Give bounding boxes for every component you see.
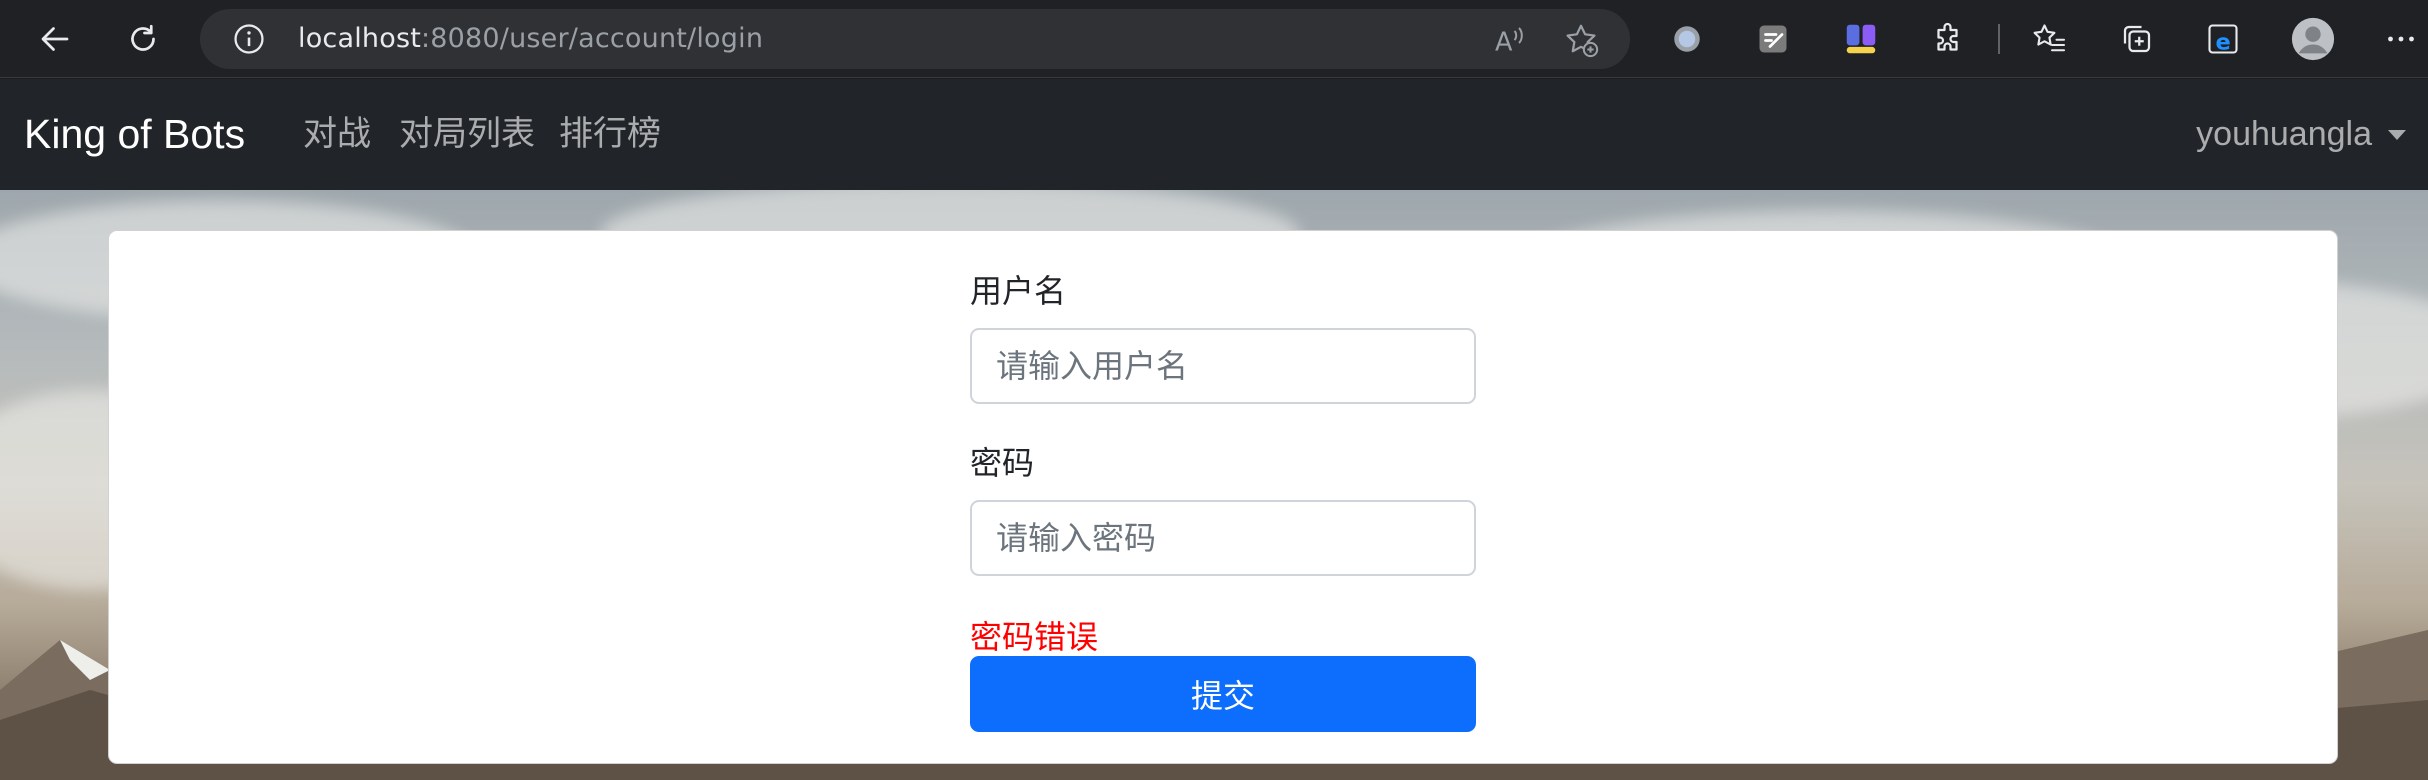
read-aloud-icon[interactable]: A [1492, 22, 1528, 62]
svg-text:e: e [2216, 30, 2231, 56]
username-label: 用户名 [970, 272, 1067, 310]
refresh-icon[interactable] [116, 12, 170, 66]
username-input[interactable] [970, 328, 1476, 404]
collections-icon[interactable] [2110, 12, 2164, 66]
address-bar[interactable]: localhost:8080/user/account/login A [200, 9, 1630, 69]
extension-edit-icon[interactable] [1746, 12, 1800, 66]
profile-avatar-icon[interactable] [2286, 12, 2340, 66]
url-text[interactable]: localhost:8080/user/account/login [298, 9, 763, 69]
dropdown-caret-icon [2388, 129, 2406, 140]
toolbar-divider [1998, 24, 2000, 54]
app-navbar: King of Bots 对战 对局列表 排行榜 youhuangla [0, 79, 2428, 190]
password-label: 密码 [970, 444, 1035, 482]
submit-button[interactable]: 提交 [970, 656, 1476, 732]
favorites-icon[interactable] [2022, 12, 2076, 66]
add-favorite-icon[interactable] [1562, 21, 1600, 63]
svg-text:A: A [1495, 28, 1513, 58]
ie-mode-icon[interactable]: e [2196, 12, 2250, 66]
nav-link-battle[interactable]: 对战 [303, 79, 371, 190]
browser-toolbar: localhost:8080/user/account/login A e [0, 0, 2428, 78]
more-icon[interactable] [2374, 12, 2428, 66]
brand-link[interactable]: King of Bots [24, 79, 245, 190]
user-dropdown[interactable]: youhuangla [2196, 79, 2406, 190]
username-label: youhuangla [2196, 115, 2372, 153]
back-icon[interactable] [28, 12, 82, 66]
extension-circle-icon[interactable] [1660, 12, 1714, 66]
info-icon[interactable] [232, 22, 266, 60]
password-input[interactable] [970, 500, 1476, 576]
error-message: 密码错误 [970, 618, 1099, 656]
nav-link-ranklist[interactable]: 排行榜 [559, 79, 661, 190]
nav-link-record-list[interactable]: 对局列表 [399, 79, 535, 190]
extension-puzzle-color-icon[interactable] [1834, 12, 1888, 66]
extensions-icon[interactable] [1922, 12, 1976, 66]
